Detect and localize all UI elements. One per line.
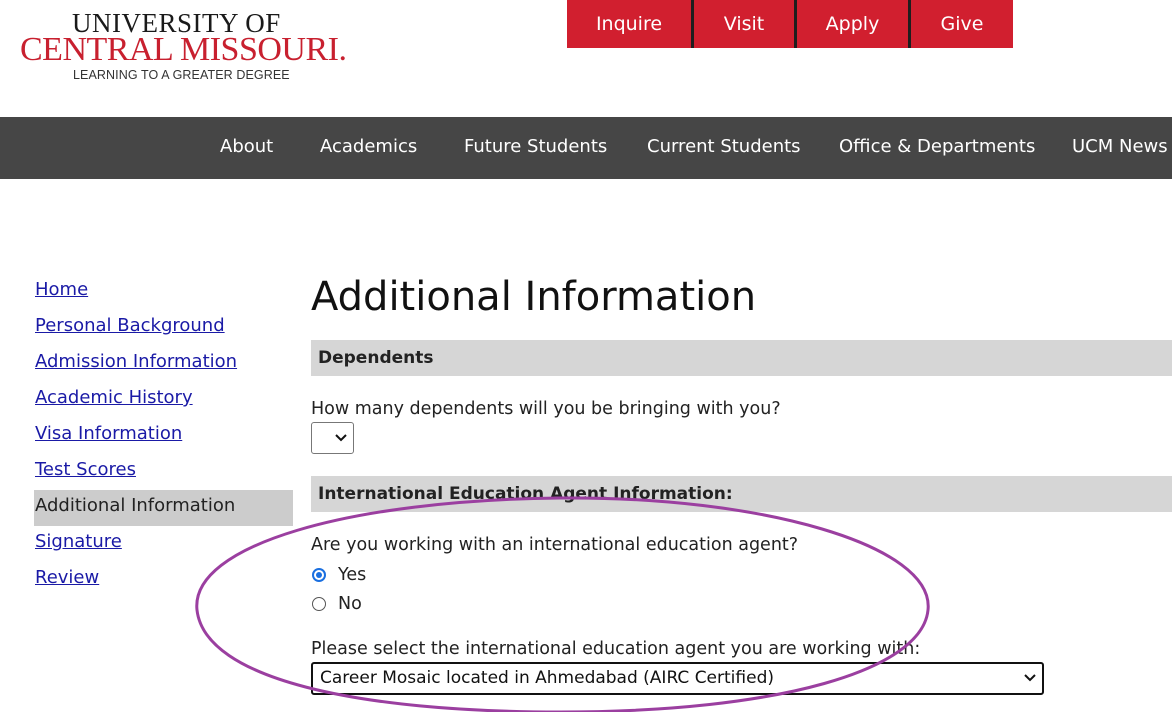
agent-section-header: International Education Agent Informatio… [311, 476, 1172, 512]
inquire-button[interactable]: Inquire [567, 0, 691, 48]
nav-current-students[interactable]: Current Students [647, 117, 801, 179]
agent-question: Are you working with an international ed… [311, 535, 799, 555]
logo-line2: CENTRAL MISSOURI. [20, 31, 347, 68]
nav-office-departments[interactable]: Office & Departments [839, 117, 1035, 179]
radio-yes[interactable] [312, 568, 326, 582]
sidebar-item-signature[interactable]: Signature [34, 526, 293, 562]
give-button[interactable]: Give [908, 0, 1013, 48]
visit-button[interactable]: Visit [691, 0, 794, 48]
chevron-down-icon [1024, 664, 1036, 704]
chevron-down-icon [335, 429, 347, 450]
sidebar-item-additional-information[interactable]: Additional Information [34, 490, 293, 526]
nav-ucm-news[interactable]: UCM News [1072, 117, 1168, 179]
sidebar-item-personal-background[interactable]: Personal Background [34, 310, 293, 346]
sidebar-item-academic-history[interactable]: Academic History [34, 382, 293, 418]
radio-no-label: No [338, 594, 362, 614]
top-action-bar: Inquire Visit Apply Give [567, 0, 1013, 48]
application-sidebar: Home Personal Background Admission Infor… [34, 274, 293, 598]
sidebar-item-review[interactable]: Review [34, 562, 293, 598]
sidebar-item-home[interactable]: Home [34, 274, 293, 310]
sidebar-item-test-scores[interactable]: Test Scores [34, 454, 293, 490]
agent-select-label: Please select the international educatio… [311, 639, 921, 659]
agent-select[interactable]: Career Mosaic located in Ahmedabad (AIRC… [311, 662, 1044, 695]
agent-yes-option[interactable]: Yes [311, 564, 366, 586]
sidebar-item-admission-information[interactable]: Admission Information [34, 346, 293, 382]
apply-button[interactable]: Apply [794, 0, 908, 48]
nav-future-students[interactable]: Future Students [464, 117, 607, 179]
radio-no[interactable] [312, 597, 326, 611]
dependents-count-select[interactable] [311, 422, 354, 454]
main-navigation: About Academics Future Students Current … [0, 117, 1172, 179]
sidebar-item-visa-information[interactable]: Visa Information [34, 418, 293, 454]
logo-tagline: LEARNING TO A GREATER DEGREE [73, 68, 290, 82]
agent-no-option[interactable]: No [311, 593, 362, 615]
dependents-section-header: Dependents [311, 340, 1172, 376]
nav-about[interactable]: About [220, 117, 273, 179]
nav-academics[interactable]: Academics [320, 117, 417, 179]
radio-yes-label: Yes [338, 565, 367, 585]
university-logo[interactable]: UNIVERSITY OF CENTRAL MISSOURI. LEARNING… [20, 8, 347, 88]
page-title: Additional Information [311, 274, 757, 320]
agent-select-value: Career Mosaic located in Ahmedabad (AIRC… [320, 668, 774, 688]
dependents-question: How many dependents will you be bringing… [311, 399, 781, 419]
